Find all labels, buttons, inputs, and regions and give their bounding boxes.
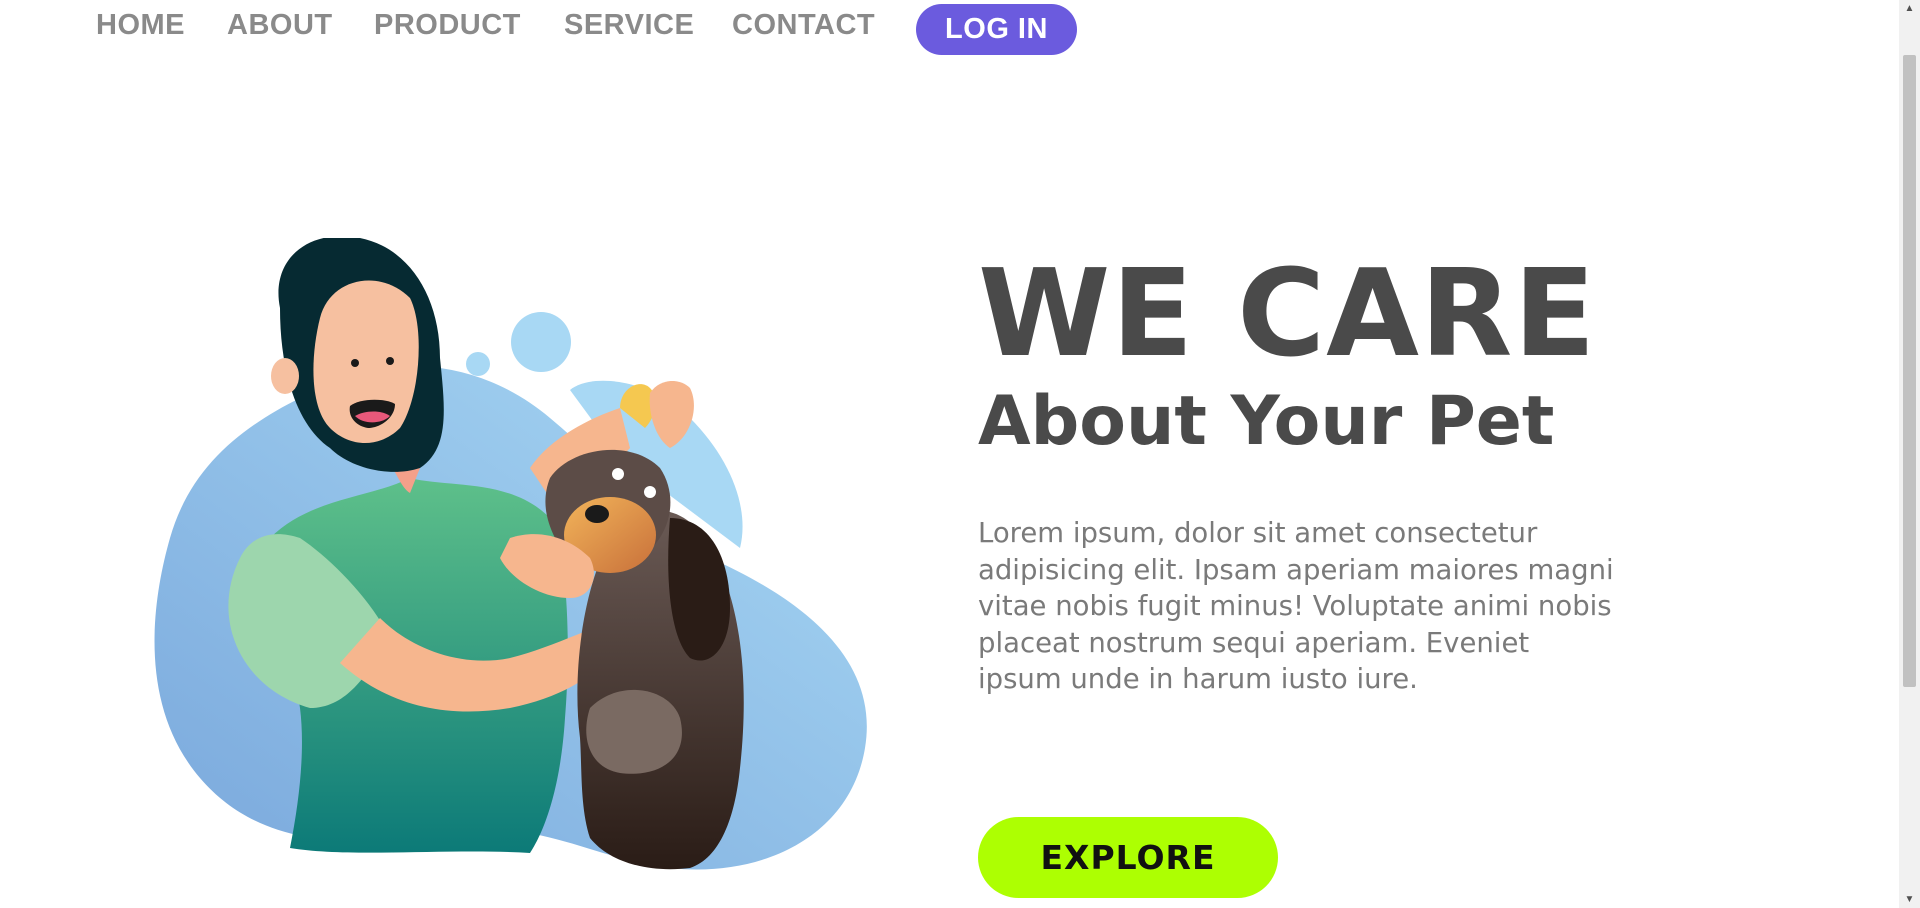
login-button[interactable]: LOG IN [916, 4, 1077, 55]
bubble-large [511, 312, 571, 372]
arrow-down-icon[interactable]: ▼ [1899, 891, 1920, 908]
top-nav: HOME ABOUT PRODUCT SERVICE CONTACT LOG I… [0, 0, 1100, 58]
bubble-small [466, 352, 490, 376]
woman-ear [271, 358, 299, 394]
nav-contact[interactable]: CONTACT [732, 9, 875, 42]
dog-chest [586, 689, 682, 774]
pet-care-illustration [154, 238, 867, 870]
nav-product[interactable]: PRODUCT [374, 9, 521, 42]
arrow-up-icon[interactable]: ▲ [1899, 0, 1920, 17]
woman-eye-left [351, 359, 359, 367]
hero-text: WE CARE About Your Pet [978, 250, 1678, 460]
dog-eye-left [612, 468, 624, 480]
vertical-scrollbar[interactable]: ▲ ▼ [1899, 0, 1920, 908]
dog-nose [585, 505, 609, 523]
hero-description: Lorem ipsum, dolor sit amet consectetur … [978, 517, 1614, 695]
woman-eye-right [386, 357, 394, 365]
scrollbar-thumb[interactable] [1903, 55, 1916, 687]
nav-home[interactable]: HOME [96, 9, 185, 42]
hero-title: WE CARE [978, 245, 1597, 384]
dog-eye-right [644, 486, 656, 498]
nav-service[interactable]: SERVICE [564, 9, 694, 42]
explore-button[interactable]: EXPLORE [978, 817, 1278, 898]
hero-subtitle: About Your Pet [978, 382, 1555, 461]
nav-about[interactable]: ABOUT [227, 9, 333, 42]
